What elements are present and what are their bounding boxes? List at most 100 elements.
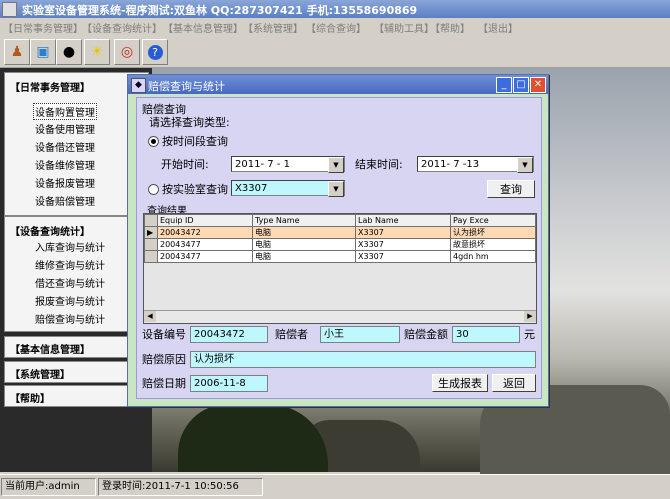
- amount-field[interactable]: 30: [452, 326, 520, 343]
- radio-lab[interactable]: [148, 184, 159, 195]
- table-cell[interactable]: 20043472: [157, 226, 253, 239]
- dialog-title: 赔偿查询与统计: [148, 80, 225, 93]
- table-cell[interactable]: 认为损坏: [450, 226, 536, 239]
- current-row-arrow-icon: ▶: [144, 226, 158, 239]
- sidebar-item-purchase[interactable]: 设备购置管理: [33, 103, 97, 120]
- menu-basic-info[interactable]: 【基本信息管理】: [163, 20, 243, 35]
- sidebar-item-compensation[interactable]: 设备赔偿管理: [35, 193, 95, 208]
- table-cell[interactable]: 20043477: [157, 250, 253, 263]
- lab-select[interactable]: X3307 ▼: [231, 180, 345, 197]
- lab-select-value: X3307: [235, 183, 268, 194]
- table-cell[interactable]: X3307: [355, 226, 451, 239]
- query-button[interactable]: 查询: [487, 180, 535, 198]
- table-cell[interactable]: 电脑: [252, 226, 356, 239]
- start-date-picker[interactable]: 2011- 7 - 1 ▼: [231, 156, 345, 173]
- help-icon[interactable]: ?: [142, 39, 168, 65]
- table-header-row: Equip ID Type Name Lab Name Pay Exce: [144, 214, 536, 227]
- sidebar-header-system[interactable]: 【系统管理】: [10, 366, 70, 381]
- query-type-prompt: 请选择查询类型:: [149, 116, 230, 129]
- sidebar-item-repair[interactable]: 设备维修管理: [35, 157, 95, 172]
- scroll-right-icon[interactable]: ▶: [524, 311, 536, 322]
- column-header[interactable]: Type Name: [252, 214, 356, 227]
- dialog-icon: ◆: [131, 78, 146, 93]
- equip-id-label: 设备编号: [142, 328, 186, 341]
- scroll-left-icon[interactable]: ◀: [144, 311, 156, 322]
- sidebar-item-compensation-query[interactable]: 赔偿查询与统计: [35, 311, 105, 326]
- compensation-query-dialog: ◆ 赔偿查询与统计 _ □ ✕ 赔偿查询 请选择查询类型: 按时间段查询 开始时…: [127, 74, 549, 407]
- menu-daily[interactable]: 【日常事务管理】: [3, 20, 83, 35]
- table-cell[interactable]: 电脑: [252, 250, 356, 263]
- status-current-user: 当前用户:admin: [1, 478, 96, 496]
- end-time-label: 结束时间:: [355, 158, 403, 171]
- reason-field[interactable]: 认为损坏: [190, 351, 536, 368]
- app-icon: [2, 2, 17, 17]
- chevron-down-icon[interactable]: ▼: [328, 157, 344, 173]
- sidebar-item-repair-query[interactable]: 维修查询与统计: [35, 257, 105, 272]
- menu-combined-query[interactable]: 【综合查询】: [306, 20, 366, 35]
- maximize-icon[interactable]: □: [513, 77, 529, 93]
- close-icon[interactable]: ✕: [530, 77, 546, 93]
- radio-time-range-label[interactable]: 按时间段查询: [162, 133, 228, 149]
- generate-report-button[interactable]: 生成报表: [432, 374, 488, 392]
- start-date-value: 2011- 7 - 1: [235, 159, 290, 170]
- table-cell[interactable]: 20043477: [157, 238, 253, 251]
- end-date-picker[interactable]: 2011- 7 -13 ▼: [417, 156, 534, 173]
- menu-system[interactable]: 【系统管理】: [243, 20, 303, 35]
- table-row[interactable]: 20043477 电脑 X3307 4gdn hm: [144, 250, 536, 263]
- amount-label: 赔偿金额: [404, 328, 448, 341]
- start-time-label: 开始时间:: [161, 158, 209, 171]
- end-date-value: 2011- 7 -13: [421, 159, 480, 170]
- menu-bar: 【日常事务管理】 【设备查询统计】 【基本信息管理】 【系统管理】 【综合查询】…: [0, 18, 670, 35]
- row-indicator: [144, 238, 158, 251]
- column-header[interactable]: Equip ID: [157, 214, 253, 227]
- table-row[interactable]: 20043477 电脑 X3307 故意损坏: [144, 238, 536, 251]
- lightbulb-icon[interactable]: ☀: [84, 39, 110, 65]
- dialog-title-bar[interactable]: ◆ 赔偿查询与统计 _ □ ✕: [128, 75, 548, 94]
- chevron-down-icon[interactable]: ▼: [517, 157, 533, 173]
- radio-lab-label[interactable]: 按实验室查询: [162, 181, 228, 197]
- menu-exit[interactable]: 【退出】: [478, 20, 518, 35]
- date-label: 赔偿日期: [142, 377, 186, 390]
- sidebar-item-borrow[interactable]: 设备借还管理: [35, 139, 95, 154]
- equip-id-field[interactable]: 20043472: [190, 326, 268, 343]
- sidebar-item-stock-query[interactable]: 入库查询与统计: [35, 239, 105, 254]
- sidebar-item-borrow-query[interactable]: 借还查询与统计: [35, 275, 105, 290]
- sidebar-header-query[interactable]: 【设备查询统计】: [10, 223, 90, 238]
- amount-unit: 元: [524, 328, 535, 341]
- column-header[interactable]: Lab Name: [355, 214, 451, 227]
- chevron-down-icon[interactable]: ▼: [328, 181, 344, 197]
- toolbar: ♟ ▣ ● ☀ ◎ ?: [0, 36, 670, 68]
- horizontal-scrollbar[interactable]: ◀ ▶: [144, 310, 536, 323]
- menu-tools[interactable]: 【辅助工具】: [374, 20, 434, 35]
- status-login-time: 登录时间:2011-7-1 10:50:56: [98, 478, 263, 496]
- table-cell[interactable]: 电脑: [252, 238, 356, 251]
- target-icon[interactable]: ◎: [114, 39, 140, 65]
- sidebar-header-help[interactable]: 【帮助】: [10, 390, 50, 405]
- table-cell[interactable]: 故意损坏: [450, 238, 536, 251]
- menu-query-stats[interactable]: 【设备查询统计】: [82, 20, 162, 35]
- radio-time-range[interactable]: [148, 136, 159, 147]
- result-table[interactable]: Equip ID Type Name Lab Name Pay Exce ▶ 2…: [143, 213, 537, 324]
- row-indicator: [144, 250, 158, 263]
- table-cell[interactable]: X3307: [355, 238, 451, 251]
- menu-help[interactable]: 【帮助】: [430, 20, 470, 35]
- payer-field[interactable]: 小王: [320, 326, 400, 343]
- people-icon[interactable]: ♟: [4, 39, 30, 65]
- column-header[interactable]: Pay Exce: [450, 214, 536, 227]
- app-title: 实验室设备管理系统-程序测试:双鱼林 QQ:287307421 手机:13558…: [22, 4, 418, 17]
- back-button[interactable]: 返回: [492, 374, 536, 392]
- table-row[interactable]: ▶ 20043472 电脑 X3307 认为损坏: [144, 226, 536, 239]
- sidebar-header-daily[interactable]: 【日常事务管理】: [10, 79, 90, 94]
- table-cell[interactable]: X3307: [355, 250, 451, 263]
- date-field[interactable]: 2006-11-8: [190, 375, 268, 392]
- row-indicator-header: [144, 214, 158, 227]
- table-cell[interactable]: 4gdn hm: [450, 250, 536, 263]
- reason-label: 赔偿原因: [142, 353, 186, 366]
- sidebar-header-basic[interactable]: 【基本信息管理】: [10, 341, 90, 356]
- minimize-icon[interactable]: _: [496, 77, 512, 93]
- penguin-icon[interactable]: ●: [56, 39, 82, 65]
- monitor-globe-icon[interactable]: ▣: [30, 39, 56, 65]
- sidebar-item-scrap-query[interactable]: 报废查询与统计: [35, 293, 105, 308]
- sidebar-item-usage[interactable]: 设备使用管理: [35, 121, 95, 136]
- sidebar-item-scrap[interactable]: 设备报废管理: [35, 175, 95, 190]
